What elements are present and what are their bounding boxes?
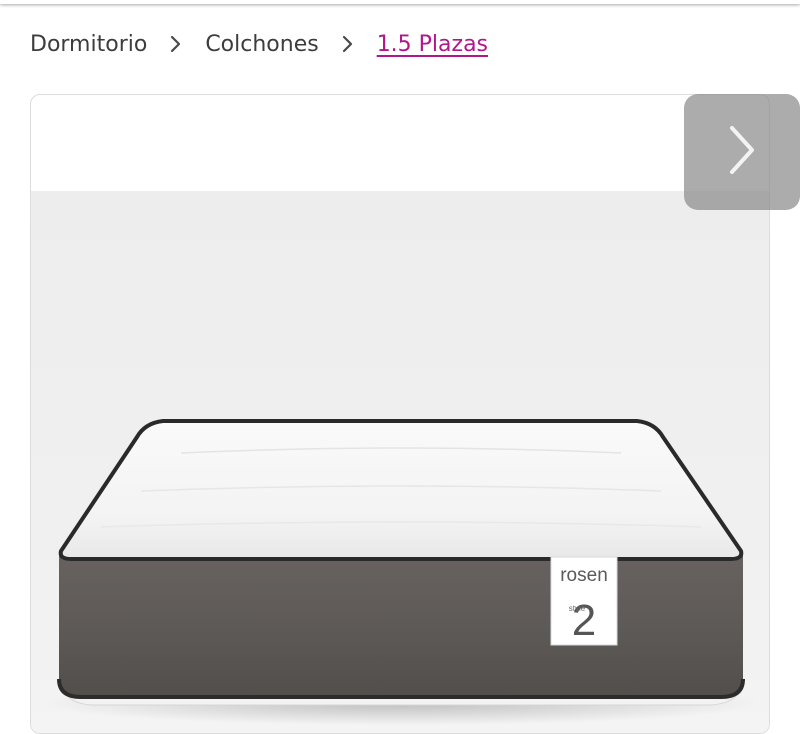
mattress-side bbox=[59, 553, 743, 697]
chevron-right-icon bbox=[147, 28, 205, 60]
chevron-right-icon bbox=[724, 122, 760, 182]
breadcrumb-item-dormitorio[interactable]: Dormitorio bbox=[30, 32, 147, 57]
label-brand: rosen bbox=[560, 565, 608, 586]
product-gallery: rosen 2 style bbox=[30, 94, 770, 734]
mattress-image[interactable]: rosen 2 style bbox=[31, 191, 770, 734]
top-bar bbox=[0, 0, 800, 4]
breadcrumb: Dormitorio Colchones 1.5 Plazas bbox=[30, 28, 488, 60]
breadcrumb-item-colchones[interactable]: Colchones bbox=[205, 32, 318, 57]
label-line: style bbox=[569, 604, 586, 613]
chevron-right-icon bbox=[319, 28, 377, 60]
breadcrumb-item-current[interactable]: 1.5 Plazas bbox=[377, 32, 488, 57]
next-image-button[interactable] bbox=[684, 94, 800, 210]
